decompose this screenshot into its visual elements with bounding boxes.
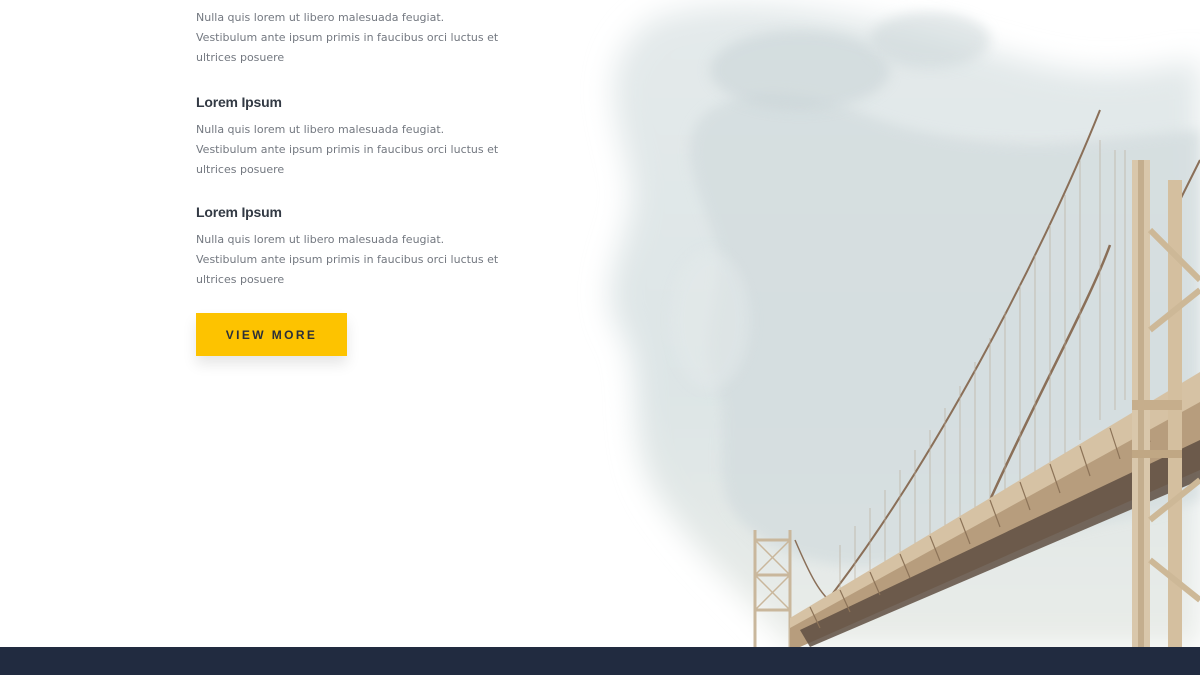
feature-item: Lorem Ipsum Nulla quis lorem ut libero m… <box>196 93 516 180</box>
feature-title: Lorem Ipsum <box>196 94 282 110</box>
feature-item: Lorem Ipsum Nulla quis lorem ut libero m… <box>196 203 516 290</box>
view-more-button[interactable]: VIEW MORE <box>196 313 347 356</box>
footer-band <box>0 647 1200 675</box>
feature-description: Nulla quis lorem ut libero malesuada feu… <box>196 233 499 286</box>
feature-description: Nulla quis lorem ut libero malesuada feu… <box>196 11 499 64</box>
page: Nulla quis lorem ut libero malesuada feu… <box>0 0 1200 675</box>
hero-bridge-image <box>500 0 1200 647</box>
feature-description: Nulla quis lorem ut libero malesuada feu… <box>196 123 499 176</box>
feature-item: Nulla quis lorem ut libero malesuada feu… <box>196 8 516 68</box>
feature-title: Lorem Ipsum <box>196 204 282 220</box>
